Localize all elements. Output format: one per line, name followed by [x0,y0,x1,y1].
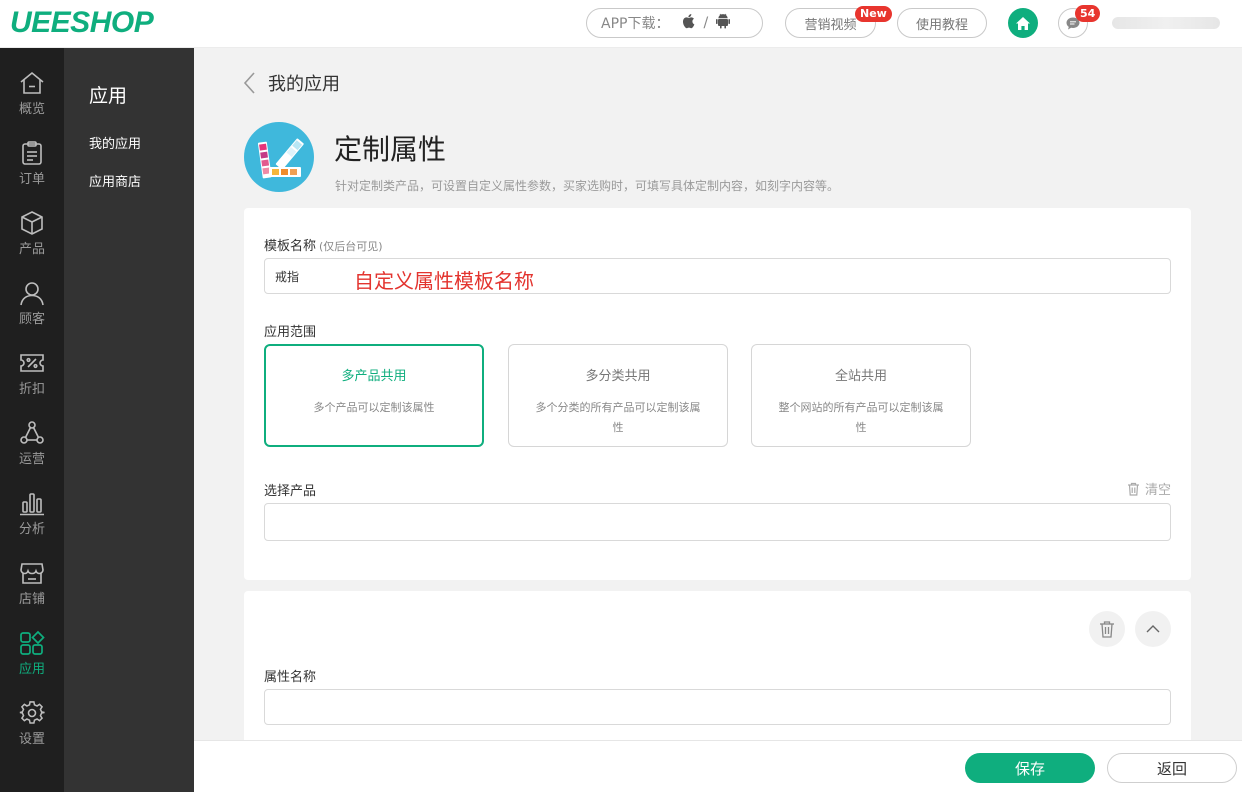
nav-item-operations[interactable]: 运营 [0,398,64,468]
return-button[interactable]: 返回 [1107,753,1237,783]
template-name-label: 模板名称 (仅后台可见) [264,239,383,254]
box-icon [21,211,43,235]
clear-button[interactable]: 清空 [1127,479,1171,498]
sub-nav: 应用 我的应用 应用商店 [64,48,194,792]
scope-option-multi-category[interactable]: 多分类共用 多个分类的所有产品可以定制该属性 [508,344,728,447]
attribute-name-input[interactable] [264,689,1171,725]
trash-icon [1127,482,1139,496]
breadcrumb[interactable]: 我的应用 [242,70,340,96]
chevron-left-icon[interactable] [242,71,258,95]
nav-item-overview[interactable]: 概览 [0,48,64,118]
logo[interactable]: UEESHOP [10,6,154,40]
store-icon [20,563,44,584]
template-settings-card: 模板名称 (仅后台可见) 戒指 自定义属性模板名称 应用范围 多产品共用 多个产品… [244,208,1191,580]
clipboard-icon [22,141,42,165]
scope-option-site-wide[interactable]: 全站共用 整个网站的所有产品可以定制该属性 [751,344,971,447]
save-button[interactable]: 保存 [965,753,1095,783]
app-download-label: APP下载： [601,16,670,32]
sub-nav-item-app-store[interactable]: 应用商店 [89,171,141,190]
nav-item-discounts[interactable]: 折扣 [0,328,64,398]
trash-icon [1100,621,1114,638]
overview-icon [20,71,44,94]
top-bar: UEESHOP APP下载： / 营销视频 New 使用教程 54 [0,0,1242,48]
nav-item-settings[interactable]: 设置 [0,678,64,748]
user-icon [20,282,44,306]
android-icon[interactable] [716,13,731,33]
gear-icon [19,701,45,724]
app-description: 针对定制类产品，可设置自定义属性参数，买家选购时，可填写具体定制内容，如刻字内容… [335,179,840,193]
scope-option-multi-product[interactable]: 多产品共用 多个产品可以定制该属性 [264,344,484,447]
message-count-badge: 54 [1075,5,1101,22]
attribute-name-label: 属性名称 [264,670,317,685]
nav-item-analytics[interactable]: 分析 [0,468,64,538]
chevron-up-icon [1146,625,1160,633]
palette-icon [244,122,314,192]
sub-nav-title: 应用 [89,85,128,107]
home-icon [1016,16,1030,30]
breadcrumb-text[interactable]: 我的应用 [268,70,340,96]
delete-attribute-button[interactable] [1089,611,1125,647]
discount-icon [20,354,44,372]
nav-item-products[interactable]: 产品 [0,188,64,258]
network-icon [20,421,44,444]
nav-item-orders[interactable]: 订单 [0,118,64,188]
collapse-button[interactable] [1135,611,1171,647]
select-product-label: 选择产品 [264,484,317,499]
template-name-hint: (仅后台可见) [319,240,383,253]
main-content: 我的应用 定制属性 针对定制类产品，可设置自定义属性参数，买家选购时，可填写具体… [194,48,1242,740]
scope-label: 应用范围 [264,325,317,340]
nav-item-customers[interactable]: 顾客 [0,258,64,328]
user-account[interactable] [1112,17,1220,29]
left-nav: 概览 订单 产品 顾客 折扣 运营 分析 店铺 应用 设置 [0,48,64,792]
apps-icon [20,630,45,655]
new-badge: New [855,6,892,22]
home-button[interactable] [1008,8,1038,38]
select-product-input[interactable] [264,503,1171,541]
nav-item-apps[interactable]: 应用 [0,608,64,678]
app-download-pill: APP下载： / [586,8,763,38]
sub-nav-item-my-apps[interactable]: 我的应用 [89,133,141,152]
footer-bar: 保存 返回 [194,740,1242,792]
apple-icon[interactable] [681,13,695,33]
nav-item-store[interactable]: 店铺 [0,538,64,608]
attribute-card: 属性名称 [244,591,1191,740]
separator: / [703,15,709,31]
tutorial-button[interactable]: 使用教程 [897,8,987,38]
app-title: 定制属性 [334,133,447,166]
annotation-text: 自定义属性模板名称 [354,269,534,293]
bar-chart-icon [20,493,44,516]
